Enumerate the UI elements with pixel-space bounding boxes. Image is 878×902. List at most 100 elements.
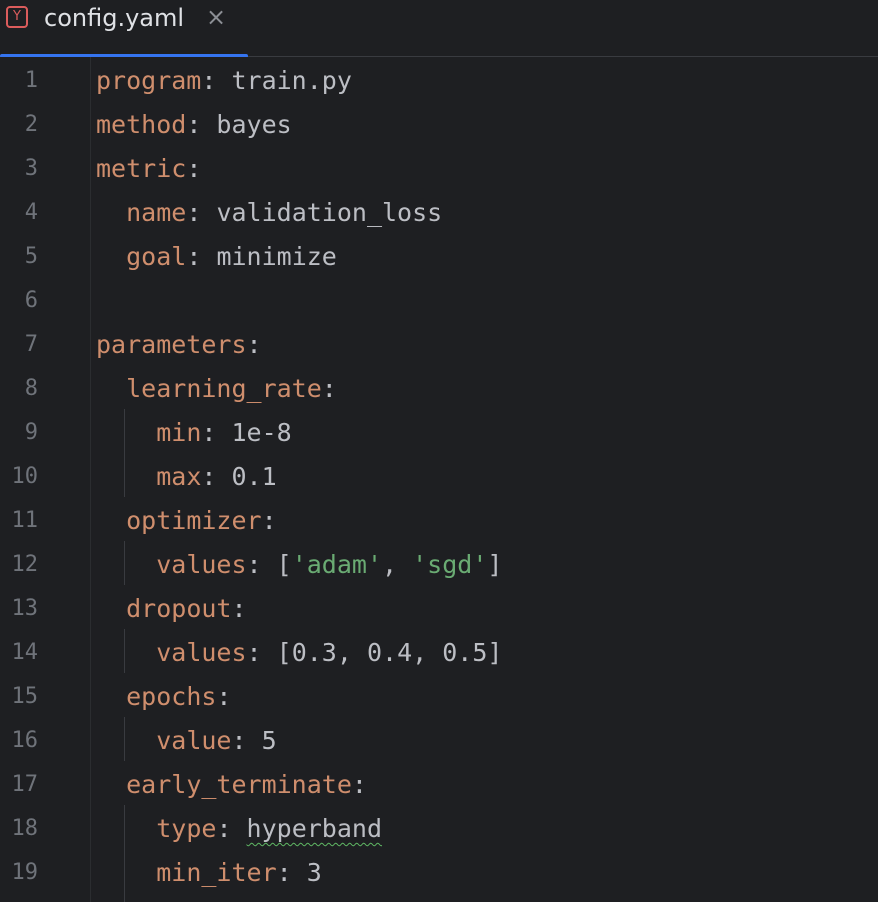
tab-label: config.yaml	[44, 4, 185, 32]
yaml-key: optimizer	[126, 506, 262, 535]
yaml-colon: :	[246, 550, 277, 579]
code-line[interactable]: 3 metric:	[0, 147, 878, 191]
yaml-colon: :	[216, 814, 247, 843]
code-text[interactable]: min: 1e-8	[96, 411, 292, 455]
code-text[interactable]: epochs:	[96, 675, 231, 719]
line-number: 2	[24, 112, 38, 137]
code-text[interactable]: parameters:	[96, 323, 262, 367]
indentation	[96, 374, 126, 403]
line-number: 13	[11, 596, 39, 621]
yaml-key: parameters	[96, 330, 247, 359]
code-text[interactable]: values: ['adam', 'sgd']	[96, 543, 502, 587]
line-number: 5	[24, 244, 38, 269]
yaml-key: epochs	[126, 682, 217, 711]
code-line[interactable]: 9 min: 1e-8	[0, 411, 878, 455]
code-text[interactable]: values: [0.3, 0.4, 0.5]	[96, 631, 502, 675]
code-text[interactable]: name: validation_loss	[96, 191, 442, 235]
yaml-colon: :	[351, 770, 367, 799]
line-number: 8	[24, 376, 38, 401]
yaml-key: goal	[126, 242, 187, 271]
yaml-value: hyperband	[246, 814, 383, 843]
code-editor[interactable]: 1 program: train.py 2 method: bayes 3 metric:…	[0, 57, 878, 902]
list-item-value: 0.4	[366, 638, 413, 667]
code-line[interactable]: 15 epochs:	[0, 675, 878, 719]
list-comma: ,	[412, 638, 443, 667]
code-line[interactable]: 13 dropout:	[0, 587, 878, 631]
code-text[interactable]: program: train.py	[96, 59, 352, 103]
yaml-colon: :	[186, 198, 217, 227]
yaml-key: metric	[96, 154, 187, 183]
yaml-key: program	[96, 66, 202, 95]
yaml-value: train.py	[231, 66, 352, 95]
yaml-colon: :	[246, 638, 277, 667]
code-line[interactable]: 1 program: train.py	[0, 59, 878, 103]
indentation	[96, 638, 156, 667]
line-number: 19	[11, 860, 39, 885]
code-line[interactable]: 17 early_terminate:	[0, 763, 878, 807]
yaml-key: type	[156, 814, 217, 843]
indentation	[96, 814, 156, 843]
code-line[interactable]: 11 optimizer:	[0, 499, 878, 543]
list-item-value: 0.5	[442, 638, 488, 667]
code-text[interactable]: goal: minimize	[96, 235, 337, 279]
indentation	[96, 726, 156, 755]
yaml-colon: :	[186, 242, 217, 271]
line-number: 1	[24, 68, 38, 93]
yaml-key: learning_rate	[126, 374, 322, 403]
code-line[interactable]: 16 value: 5	[0, 719, 878, 763]
list-open-bracket: [	[276, 550, 292, 579]
code-text[interactable]: value: 5	[96, 719, 277, 763]
line-number: 16	[11, 728, 39, 753]
code-line[interactable]: 8 learning_rate:	[0, 367, 878, 411]
code-line[interactable]: 4 name: validation_loss	[0, 191, 878, 235]
code-line[interactable]: 18 type: hyperband	[0, 807, 878, 851]
code-line[interactable]: 2 method: bayes	[0, 103, 878, 147]
yaml-colon: :	[186, 110, 217, 139]
yaml-key: min_iter	[156, 858, 277, 887]
tab-bar: Y config.yaml ×	[0, 0, 878, 58]
yaml-key: values	[156, 550, 247, 579]
line-number: 12	[11, 552, 39, 577]
indentation	[96, 198, 126, 227]
list-item-value: 'sgd'	[412, 550, 488, 579]
code-line[interactable]: 12 values: ['adam', 'sgd']	[0, 543, 878, 587]
code-text[interactable]: method: bayes	[96, 103, 292, 147]
code-text[interactable]: metric:	[96, 147, 201, 191]
yaml-colon: :	[321, 374, 337, 403]
yaml-colon: :	[186, 154, 202, 183]
code-text[interactable]: max: 0.1	[96, 455, 276, 499]
yaml-colon: :	[216, 682, 232, 711]
yaml-key: method	[96, 110, 187, 139]
yaml-value: minimize	[216, 242, 337, 271]
indentation	[96, 462, 156, 491]
code-text[interactable]: optimizer:	[96, 499, 277, 543]
tab-config-yaml[interactable]: Y config.yaml ×	[0, 0, 248, 58]
list-comma: ,	[336, 638, 367, 667]
yaml-value: validation_loss	[216, 198, 443, 227]
code-text[interactable]: dropout:	[96, 587, 246, 631]
line-number: 4	[24, 200, 38, 225]
code-text[interactable]: early_terminate:	[96, 763, 367, 807]
code-text[interactable]: min_iter: 3	[96, 851, 322, 895]
yaml-value: 5	[261, 726, 277, 755]
code-line[interactable]: 10 max: 0.1	[0, 455, 878, 499]
yaml-value: 1e-8	[231, 418, 292, 447]
yaml-key: value	[156, 726, 232, 755]
code-text[interactable]: learning_rate:	[96, 367, 337, 411]
code-line[interactable]: 19 min_iter: 3	[0, 851, 878, 895]
list-comma: ,	[382, 550, 413, 579]
code-line[interactable]: 5 goal: minimize	[0, 235, 878, 279]
indentation	[96, 858, 156, 887]
line-number: 9	[24, 420, 38, 445]
yaml-colon: :	[231, 726, 262, 755]
code-text[interactable]: type: hyperband	[96, 807, 382, 851]
close-icon[interactable]: ×	[204, 2, 228, 32]
code-line[interactable]: 6	[0, 279, 878, 323]
code-line[interactable]: 14 values: [0.3, 0.4, 0.5]	[0, 631, 878, 675]
yaml-key: min	[156, 418, 202, 447]
list-item-value: 'adam'	[291, 550, 383, 579]
code-line[interactable]: 7 parameters:	[0, 323, 878, 367]
indentation	[96, 506, 126, 535]
line-number: 6	[24, 288, 38, 313]
yaml-value: 3	[306, 858, 322, 887]
